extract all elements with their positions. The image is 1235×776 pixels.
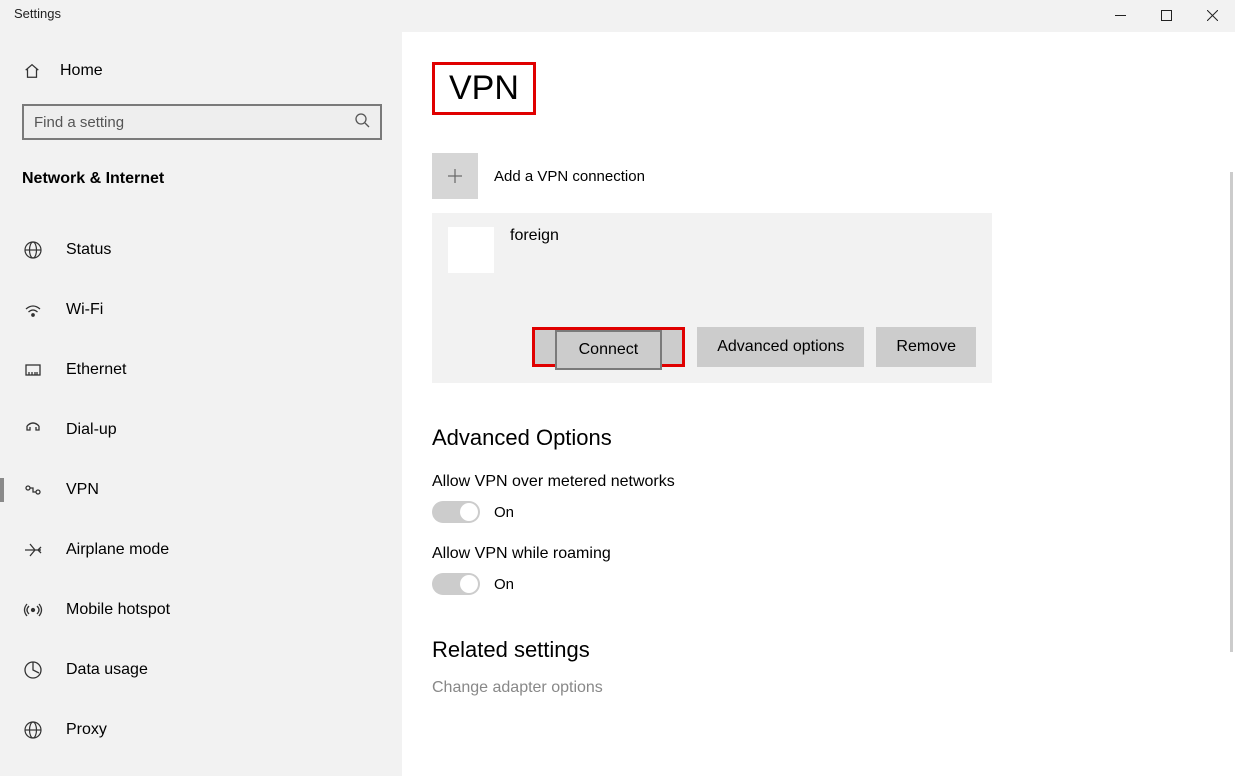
roaming-label: Allow VPN while roaming xyxy=(432,545,1205,563)
sidebar-item-label: Proxy xyxy=(66,721,107,739)
advanced-options-heading: Advanced Options xyxy=(432,425,1205,451)
related-settings-heading: Related settings xyxy=(432,637,1205,663)
page-title: VPN xyxy=(432,62,536,115)
window-title: Settings xyxy=(0,0,75,27)
main-pane: VPN Add a VPN connection foreign Connect xyxy=(402,32,1235,776)
sidebar: Home Network & Internet xyxy=(0,32,402,776)
roaming-toggle[interactable] xyxy=(432,573,480,595)
metered-toggle[interactable] xyxy=(432,501,480,523)
add-vpn-label: Add a VPN connection xyxy=(494,168,645,185)
sidebar-item-label: Mobile hotspot xyxy=(66,601,170,619)
category-heading: Network & Internet xyxy=(0,140,402,206)
vpn-connection-icon xyxy=(448,227,494,273)
vpn-connection-card[interactable]: foreign Connect Advanced options Remove xyxy=(432,213,992,383)
window-controls xyxy=(1097,0,1235,30)
sidebar-item-wifi[interactable]: Wi-Fi xyxy=(0,280,402,340)
titlebar: Settings xyxy=(0,0,1235,32)
connect-button[interactable]: Connect xyxy=(555,330,663,370)
wifi-icon xyxy=(22,300,44,320)
search-input[interactable] xyxy=(34,114,354,131)
minimize-button[interactable] xyxy=(1097,0,1143,30)
metered-label: Allow VPN over metered networks xyxy=(432,473,1205,491)
connect-highlight: Connect xyxy=(532,327,686,367)
plus-icon xyxy=(432,153,478,199)
home-button[interactable]: Home xyxy=(0,52,402,90)
sidebar-nav: Status Wi-Fi Ethernet xyxy=(0,220,402,760)
search-icon xyxy=(354,112,370,132)
proxy-icon xyxy=(22,720,44,740)
ethernet-icon xyxy=(22,360,44,380)
advanced-options-button[interactable]: Advanced options xyxy=(697,327,864,367)
vpn-connection-name: foreign xyxy=(510,227,559,245)
dialup-icon xyxy=(22,420,44,440)
home-label: Home xyxy=(60,62,103,80)
sidebar-item-label: Dial-up xyxy=(66,421,117,439)
sidebar-item-label: Ethernet xyxy=(66,361,126,379)
sidebar-item-label: Airplane mode xyxy=(66,541,169,559)
add-vpn-button[interactable]: Add a VPN connection xyxy=(432,153,1205,199)
sidebar-item-airplane[interactable]: Airplane mode xyxy=(0,520,402,580)
remove-button[interactable]: Remove xyxy=(876,327,976,367)
sidebar-item-label: Status xyxy=(66,241,111,259)
vpn-icon xyxy=(22,480,44,500)
status-icon xyxy=(22,240,44,260)
close-button[interactable] xyxy=(1189,0,1235,30)
sidebar-item-dialup[interactable]: Dial-up xyxy=(0,400,402,460)
sidebar-item-vpn[interactable]: VPN xyxy=(0,460,402,520)
search-box[interactable] xyxy=(22,104,382,140)
maximize-button[interactable] xyxy=(1143,0,1189,30)
change-adapter-link[interactable]: Change adapter options xyxy=(432,679,1205,697)
sidebar-item-label: VPN xyxy=(66,481,99,499)
sidebar-item-label: Data usage xyxy=(66,661,148,679)
airplane-icon xyxy=(22,540,44,560)
datausage-icon xyxy=(22,660,44,680)
sidebar-item-proxy[interactable]: Proxy xyxy=(0,700,402,760)
sidebar-item-hotspot[interactable]: Mobile hotspot xyxy=(0,580,402,640)
roaming-state: On xyxy=(494,576,514,593)
sidebar-item-datausage[interactable]: Data usage xyxy=(0,640,402,700)
home-icon xyxy=(22,62,42,80)
hotspot-icon xyxy=(22,600,44,620)
scrollbar[interactable] xyxy=(1230,172,1233,652)
sidebar-item-ethernet[interactable]: Ethernet xyxy=(0,340,402,400)
sidebar-item-status[interactable]: Status xyxy=(0,220,402,280)
sidebar-item-label: Wi-Fi xyxy=(66,301,103,319)
metered-state: On xyxy=(494,504,514,521)
